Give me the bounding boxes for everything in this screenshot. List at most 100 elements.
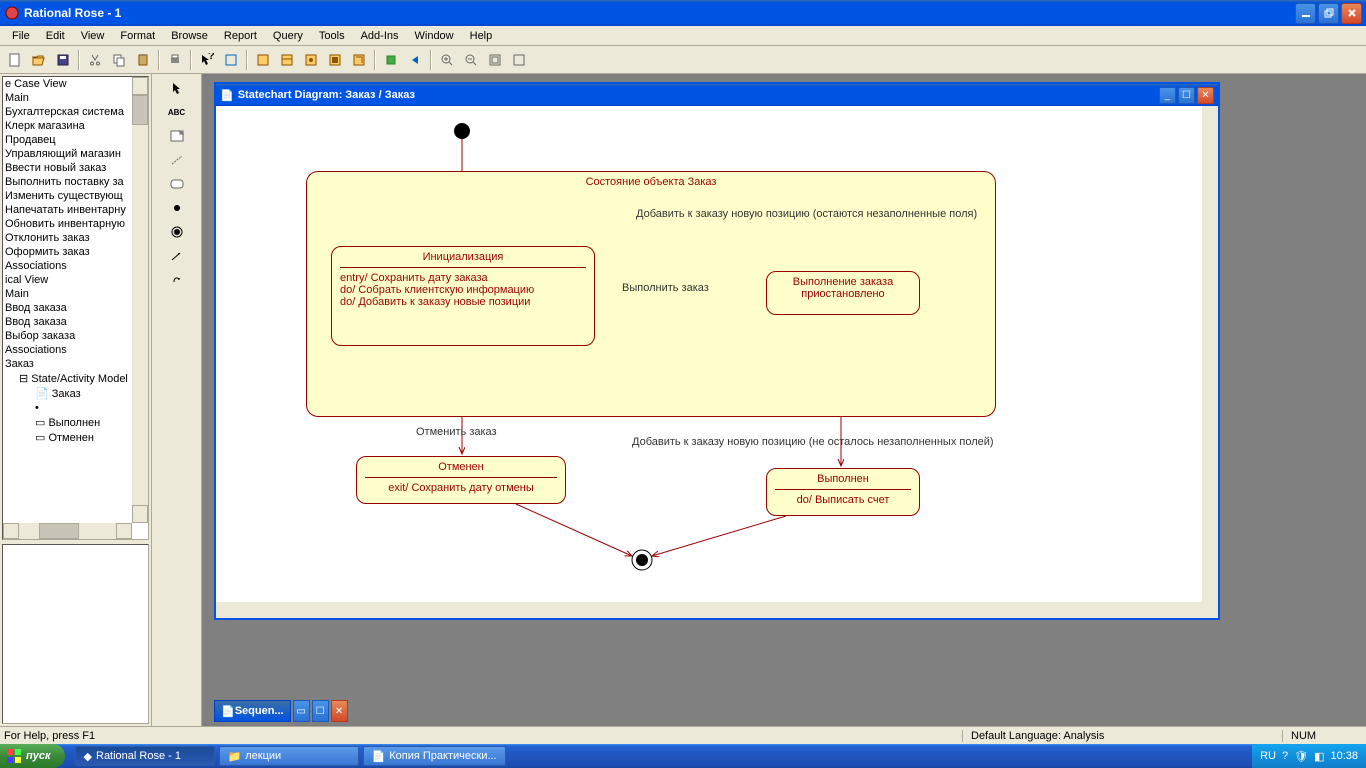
close-button[interactable] bbox=[1341, 3, 1362, 24]
tree-item[interactable]: ▭ Выполнен bbox=[3, 415, 132, 430]
menu-report[interactable]: Report bbox=[216, 28, 265, 44]
tray-help-icon[interactable]: ? bbox=[1282, 750, 1288, 762]
zoom-in-icon[interactable] bbox=[436, 49, 458, 71]
taskbar-item[interactable]: 📁лекции bbox=[219, 746, 359, 766]
close-minimized-button[interactable]: ✕ bbox=[331, 700, 348, 722]
paste-icon[interactable] bbox=[132, 49, 154, 71]
tree-item[interactable]: Управляющий магазин bbox=[3, 147, 132, 161]
state-paused[interactable]: Выполнение заказа приостановлено bbox=[766, 271, 920, 315]
tree-item[interactable]: 📄 Заказ bbox=[3, 386, 132, 401]
menu-help[interactable]: Help bbox=[462, 28, 501, 44]
tree-item[interactable]: Main bbox=[3, 91, 132, 105]
documentation-panel[interactable] bbox=[2, 544, 149, 724]
child-titlebar[interactable]: 📄 Statechart Diagram: Заказ / Заказ _ ☐ … bbox=[216, 84, 1218, 106]
menu-tools[interactable]: Tools bbox=[311, 28, 353, 44]
menu-browse[interactable]: Browse bbox=[163, 28, 216, 44]
restore-button[interactable] bbox=[1318, 3, 1339, 24]
menu-format[interactable]: Format bbox=[112, 28, 163, 44]
select-tool-icon[interactable] bbox=[165, 78, 189, 98]
tree-item[interactable]: Ввести новый заказ bbox=[3, 161, 132, 175]
scroll-track[interactable] bbox=[19, 523, 116, 539]
tray-network-icon[interactable]: ◧ bbox=[1314, 750, 1324, 763]
menu-edit[interactable]: Edit bbox=[38, 28, 73, 44]
tree-item[interactable]: ⊟ State/Activity Model bbox=[3, 371, 132, 386]
zoom-out-icon[interactable] bbox=[460, 49, 482, 71]
tree-item[interactable]: Associations bbox=[3, 259, 132, 273]
text-tool-icon[interactable]: ABC bbox=[165, 102, 189, 122]
tray-shield-icon[interactable]: 🛡 bbox=[1294, 750, 1308, 763]
state-cancelled[interactable]: Отменен exit/ Сохранить дату отмены bbox=[356, 456, 566, 504]
tree-item[interactable]: Ввод заказа bbox=[3, 301, 132, 315]
scrollbar-thumb[interactable] bbox=[132, 95, 148, 125]
tree-item[interactable]: ▭ Отменен bbox=[3, 430, 132, 445]
tree-item[interactable]: Оформить заказ bbox=[3, 245, 132, 259]
state-initialization[interactable]: Инициализация entry/ Сохранить дату зака… bbox=[331, 246, 595, 346]
tray-clock[interactable]: 10:38 bbox=[1330, 750, 1358, 762]
diagram3-icon[interactable] bbox=[300, 49, 322, 71]
menu-addins[interactable]: Add-Ins bbox=[353, 28, 407, 44]
menu-view[interactable]: View bbox=[73, 28, 113, 44]
start-button[interactable]: пуск bbox=[0, 744, 65, 768]
taskbar-item[interactable]: 📄Копия Практически... bbox=[363, 746, 506, 766]
menu-file[interactable]: File bbox=[4, 28, 38, 44]
print-icon[interactable] bbox=[164, 49, 186, 71]
minimized-window[interactable]: 📄 Sequen... ▭ ☐ ✕ bbox=[214, 700, 348, 722]
tree-item[interactable]: Напечатать инвентарну bbox=[3, 203, 132, 217]
restore-minimized-button[interactable]: ▭ bbox=[293, 700, 310, 722]
minimized-title[interactable]: 📄 Sequen... bbox=[214, 700, 291, 722]
canvas-vscrollbar[interactable] bbox=[1202, 106, 1218, 602]
minimize-button[interactable] bbox=[1295, 3, 1316, 24]
tree-item[interactable]: Клерк магазина bbox=[3, 119, 132, 133]
diagram4-icon[interactable] bbox=[324, 49, 346, 71]
child-minimize-button[interactable]: _ bbox=[1159, 87, 1176, 104]
tree-hscrollbar[interactable] bbox=[3, 523, 132, 539]
tree-item[interactable]: ical View bbox=[3, 273, 132, 287]
start-state-tool-icon[interactable] bbox=[165, 198, 189, 218]
state-done[interactable]: Выполнен do/ Выписать счет bbox=[766, 468, 920, 516]
tray-lang[interactable]: RU bbox=[1260, 750, 1276, 762]
browse-class-icon[interactable] bbox=[220, 49, 242, 71]
tree-item[interactable]: Выбор заказа bbox=[3, 329, 132, 343]
child-maximize-button[interactable]: ☐ bbox=[1178, 87, 1195, 104]
transition-tool-icon[interactable] bbox=[165, 246, 189, 266]
child-close-button[interactable]: ✕ bbox=[1197, 87, 1214, 104]
tree-item[interactable]: Продавец bbox=[3, 133, 132, 147]
tree-item[interactable]: • bbox=[3, 401, 132, 415]
scroll-right-button[interactable] bbox=[116, 523, 132, 539]
system-tray[interactable]: RU ? 🛡 ◧ 10:38 bbox=[1252, 744, 1366, 768]
nav-back-icon[interactable] bbox=[404, 49, 426, 71]
fit-window-icon[interactable] bbox=[484, 49, 506, 71]
nav-parent-icon[interactable] bbox=[380, 49, 402, 71]
scrollbar-thumb[interactable] bbox=[39, 523, 79, 539]
scroll-left-button[interactable] bbox=[3, 523, 19, 539]
tree-item[interactable]: Изменить существующ bbox=[3, 189, 132, 203]
new-icon[interactable] bbox=[4, 49, 26, 71]
diagram5-icon[interactable] bbox=[348, 49, 370, 71]
tree-vscrollbar[interactable] bbox=[132, 77, 148, 523]
tree-item[interactable]: e Case View bbox=[3, 77, 132, 91]
self-transition-tool-icon[interactable] bbox=[165, 270, 189, 290]
tree-item[interactable]: Выполнить поставку за bbox=[3, 175, 132, 189]
tree-item[interactable]: Заказ bbox=[3, 357, 132, 371]
diagram2-icon[interactable] bbox=[276, 49, 298, 71]
menu-window[interactable]: Window bbox=[407, 28, 462, 44]
maximize-minimized-button[interactable]: ☐ bbox=[312, 700, 329, 722]
tree-content[interactable]: e Case View Main Бухгалтерская система К… bbox=[3, 77, 132, 523]
anchor-tool-icon[interactable] bbox=[165, 150, 189, 170]
taskbar-item[interactable]: ◆Rational Rose - 1 bbox=[75, 746, 215, 766]
tree-item[interactable]: Associations bbox=[3, 343, 132, 357]
tree-item[interactable]: Бухгалтерская система bbox=[3, 105, 132, 119]
tree-item[interactable]: Отклонить заказ bbox=[3, 231, 132, 245]
menu-query[interactable]: Query bbox=[265, 28, 311, 44]
diagram1-icon[interactable] bbox=[252, 49, 274, 71]
tree-item[interactable]: Main bbox=[3, 287, 132, 301]
tree-item[interactable]: Обновить инвентарную bbox=[3, 217, 132, 231]
save-icon[interactable] bbox=[52, 49, 74, 71]
end-state-tool-icon[interactable] bbox=[165, 222, 189, 242]
open-icon[interactable] bbox=[28, 49, 50, 71]
undo-fit-icon[interactable] bbox=[508, 49, 530, 71]
tree-item[interactable]: Ввод заказа bbox=[3, 315, 132, 329]
canvas-hscrollbar[interactable] bbox=[216, 602, 1218, 618]
state-tool-icon[interactable] bbox=[165, 174, 189, 194]
diagram-canvas[interactable]: Состояние объекта Заказ Инициализация en… bbox=[216, 106, 1202, 602]
